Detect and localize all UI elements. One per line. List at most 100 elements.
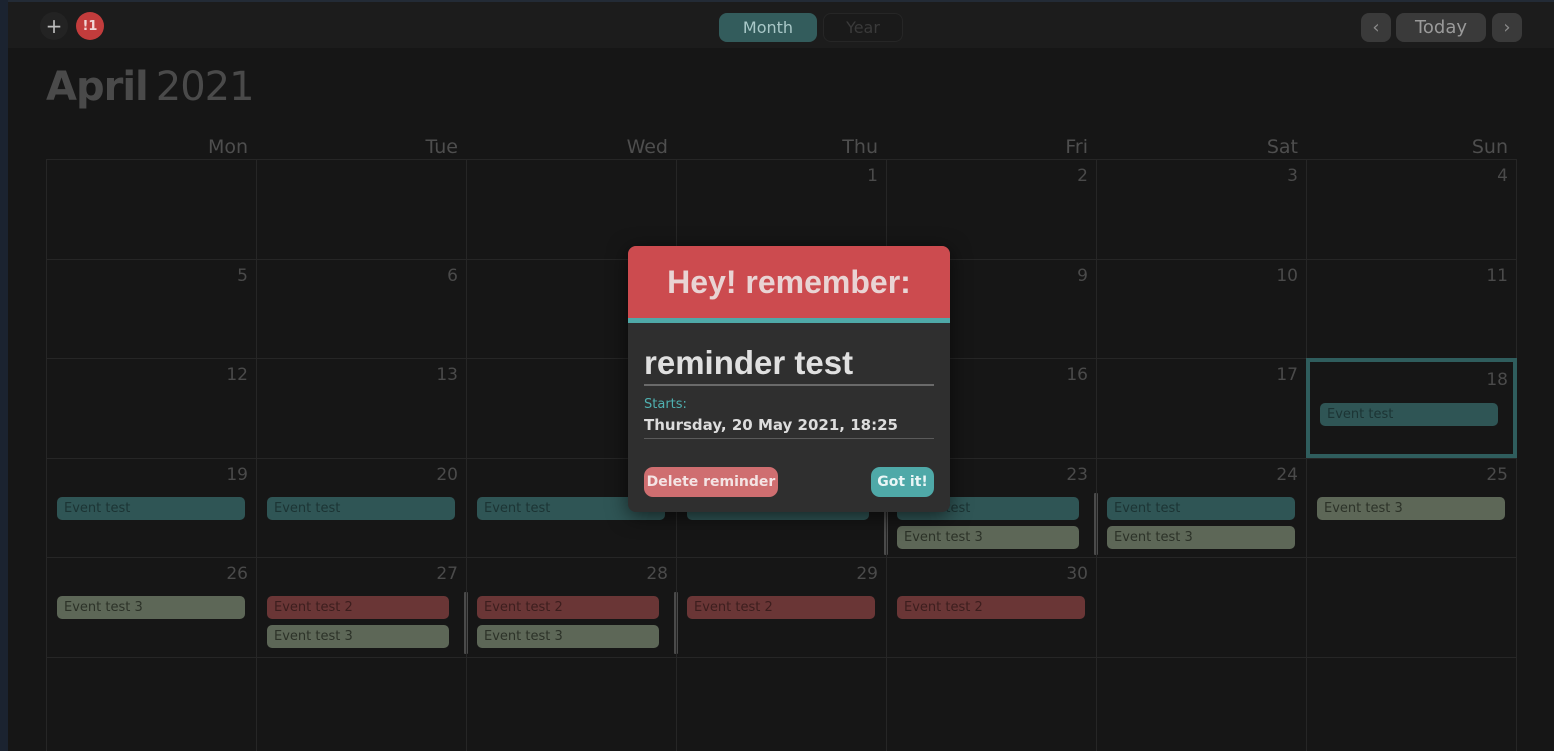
day-number: 1 xyxy=(867,166,878,186)
weekday-thu: Thu xyxy=(842,136,878,158)
day-number: 13 xyxy=(436,365,458,385)
event-chip[interactable]: Event test xyxy=(267,496,455,520)
day-cell-empty[interactable] xyxy=(46,656,256,751)
day-cell-4[interactable]: 4 xyxy=(1306,159,1517,259)
toolbar: + !1 Month Year ‹ Today › xyxy=(8,0,1554,48)
chevron-left-icon: ‹ xyxy=(1372,17,1380,38)
reminder-dialog: Hey! remember: reminder test Starts: Thu… xyxy=(628,246,950,512)
day-cell-27[interactable]: 27 Event test 2 Event test 3 xyxy=(256,557,468,657)
next-month-button[interactable]: › xyxy=(1492,13,1522,42)
day-cell-12[interactable]: 12 xyxy=(46,358,256,458)
plus-icon: + xyxy=(45,14,63,38)
day-number: 29 xyxy=(856,564,878,584)
day-cell-empty[interactable] xyxy=(466,159,676,259)
weekday-tue: Tue xyxy=(425,136,458,158)
reminder-header: Hey! remember: xyxy=(628,246,950,323)
event-chip[interactable]: Event test xyxy=(1320,403,1498,426)
day-cell-empty[interactable] xyxy=(256,656,466,751)
day-cell-empty[interactable] xyxy=(1306,656,1517,751)
event-chip[interactable]: Event test xyxy=(1107,496,1295,520)
day-number: 18 xyxy=(1486,370,1508,390)
day-cell-13[interactable]: 13 xyxy=(256,358,466,458)
day-number: 20 xyxy=(436,464,458,485)
day-number: 11 xyxy=(1486,265,1508,286)
day-cell-19[interactable]: 19 Event test xyxy=(46,457,256,557)
alert-icon: !1 xyxy=(82,18,98,34)
event-chip[interactable]: Event test 2 xyxy=(267,596,449,619)
page-title: April 2021 xyxy=(46,64,255,110)
day-number: 28 xyxy=(646,564,668,584)
day-cell-empty[interactable] xyxy=(466,656,676,751)
day-number: 17 xyxy=(1276,365,1298,385)
day-number: 16 xyxy=(1066,365,1088,385)
day-number: 2 xyxy=(1077,166,1088,186)
day-cell-28[interactable]: 28 Event test 2 Event test 3 xyxy=(466,557,678,657)
day-number: 6 xyxy=(447,265,458,286)
day-cell-empty[interactable] xyxy=(886,656,1096,751)
day-cell-5[interactable]: 5 xyxy=(46,258,256,358)
got-it-button[interactable]: Got it! xyxy=(871,467,934,497)
weekday-wed: Wed xyxy=(626,136,668,158)
event-chip[interactable]: Event test 3 xyxy=(267,625,449,648)
weekday-fri: Fri xyxy=(1065,136,1088,158)
day-cell-10[interactable]: 10 xyxy=(1096,258,1306,358)
day-cell-6[interactable]: 6 xyxy=(256,258,466,358)
day-cell-empty[interactable] xyxy=(1096,656,1306,751)
tab-year[interactable]: Year xyxy=(823,13,903,42)
day-cell-25[interactable]: 25 Event test 3 xyxy=(1306,457,1517,557)
day-number: 10 xyxy=(1276,265,1298,286)
day-number: 9 xyxy=(1077,265,1088,286)
day-cell-18[interactable]: 18 Event test xyxy=(1306,358,1517,458)
day-cell-29[interactable]: 29 Event test 2 xyxy=(676,557,886,657)
day-number: 25 xyxy=(1486,464,1508,485)
day-cell-11[interactable]: 11 xyxy=(1306,258,1517,358)
event-chip[interactable]: Event test 2 xyxy=(477,596,659,619)
year-number: 2021 xyxy=(155,64,255,110)
delete-reminder-button[interactable]: Delete reminder xyxy=(644,467,778,497)
previous-month-button[interactable]: ‹ xyxy=(1361,13,1391,42)
day-cell-30[interactable]: 30 Event test 2 xyxy=(886,557,1096,657)
day-cell-empty[interactable] xyxy=(46,159,256,259)
day-cell-2[interactable]: 2 xyxy=(886,159,1096,259)
weekday-mon: Mon xyxy=(207,136,248,158)
event-chip[interactable]: Event test 2 xyxy=(897,596,1085,619)
day-cell-24[interactable]: 24 Event test Event test 3 xyxy=(1096,457,1306,557)
day-cell-3[interactable]: 3 xyxy=(1096,159,1306,259)
event-chip[interactable]: Event test 3 xyxy=(477,625,659,648)
day-number: 23 xyxy=(1066,464,1088,485)
day-number: 27 xyxy=(436,564,458,584)
day-number: 5 xyxy=(237,265,248,286)
reminder-alert-badge[interactable]: !1 xyxy=(76,12,104,40)
day-number: 3 xyxy=(1287,166,1298,186)
tab-month[interactable]: Month xyxy=(719,13,817,42)
day-cell-26[interactable]: 26 Event test 3 xyxy=(46,557,256,657)
day-number: 26 xyxy=(226,564,248,584)
day-cell-20[interactable]: 20 Event test xyxy=(256,457,466,557)
event-chip[interactable]: Event test 3 xyxy=(1317,496,1505,520)
weekday-sun: Sun xyxy=(1471,136,1508,158)
calendar-app: + !1 Month Year ‹ Today › April 2021 Mon T… xyxy=(8,0,1554,751)
today-button[interactable]: Today xyxy=(1396,13,1486,42)
day-number: 4 xyxy=(1497,166,1508,186)
day-number: 12 xyxy=(226,365,248,385)
day-number: 19 xyxy=(226,464,248,485)
month-name: April xyxy=(46,64,149,110)
day-cell-empty[interactable] xyxy=(256,159,466,259)
day-cell-empty[interactable] xyxy=(1096,557,1306,657)
day-number: 24 xyxy=(1276,464,1298,485)
day-cell-empty[interactable] xyxy=(676,656,886,751)
day-cell-empty[interactable] xyxy=(1306,557,1517,657)
day-cell-1[interactable]: 1 xyxy=(676,159,886,259)
event-chip[interactable]: Event test 2 xyxy=(687,596,875,619)
weekday-sat: Sat xyxy=(1266,136,1298,158)
event-chip[interactable]: Event test 3 xyxy=(57,596,245,619)
chevron-right-icon: › xyxy=(1503,17,1511,38)
day-number: 30 xyxy=(1066,564,1088,584)
event-chip[interactable]: Event test 3 xyxy=(897,525,1079,549)
event-chip[interactable]: Event test 3 xyxy=(1107,525,1295,549)
reminder-title: reminder test xyxy=(644,344,934,386)
event-chip[interactable]: Event test xyxy=(57,496,245,520)
day-cell-17[interactable]: 17 xyxy=(1096,358,1306,458)
add-event-button[interactable]: + xyxy=(40,12,68,40)
starts-value: Thursday, 20 May 2021, 18:25 xyxy=(644,416,934,439)
